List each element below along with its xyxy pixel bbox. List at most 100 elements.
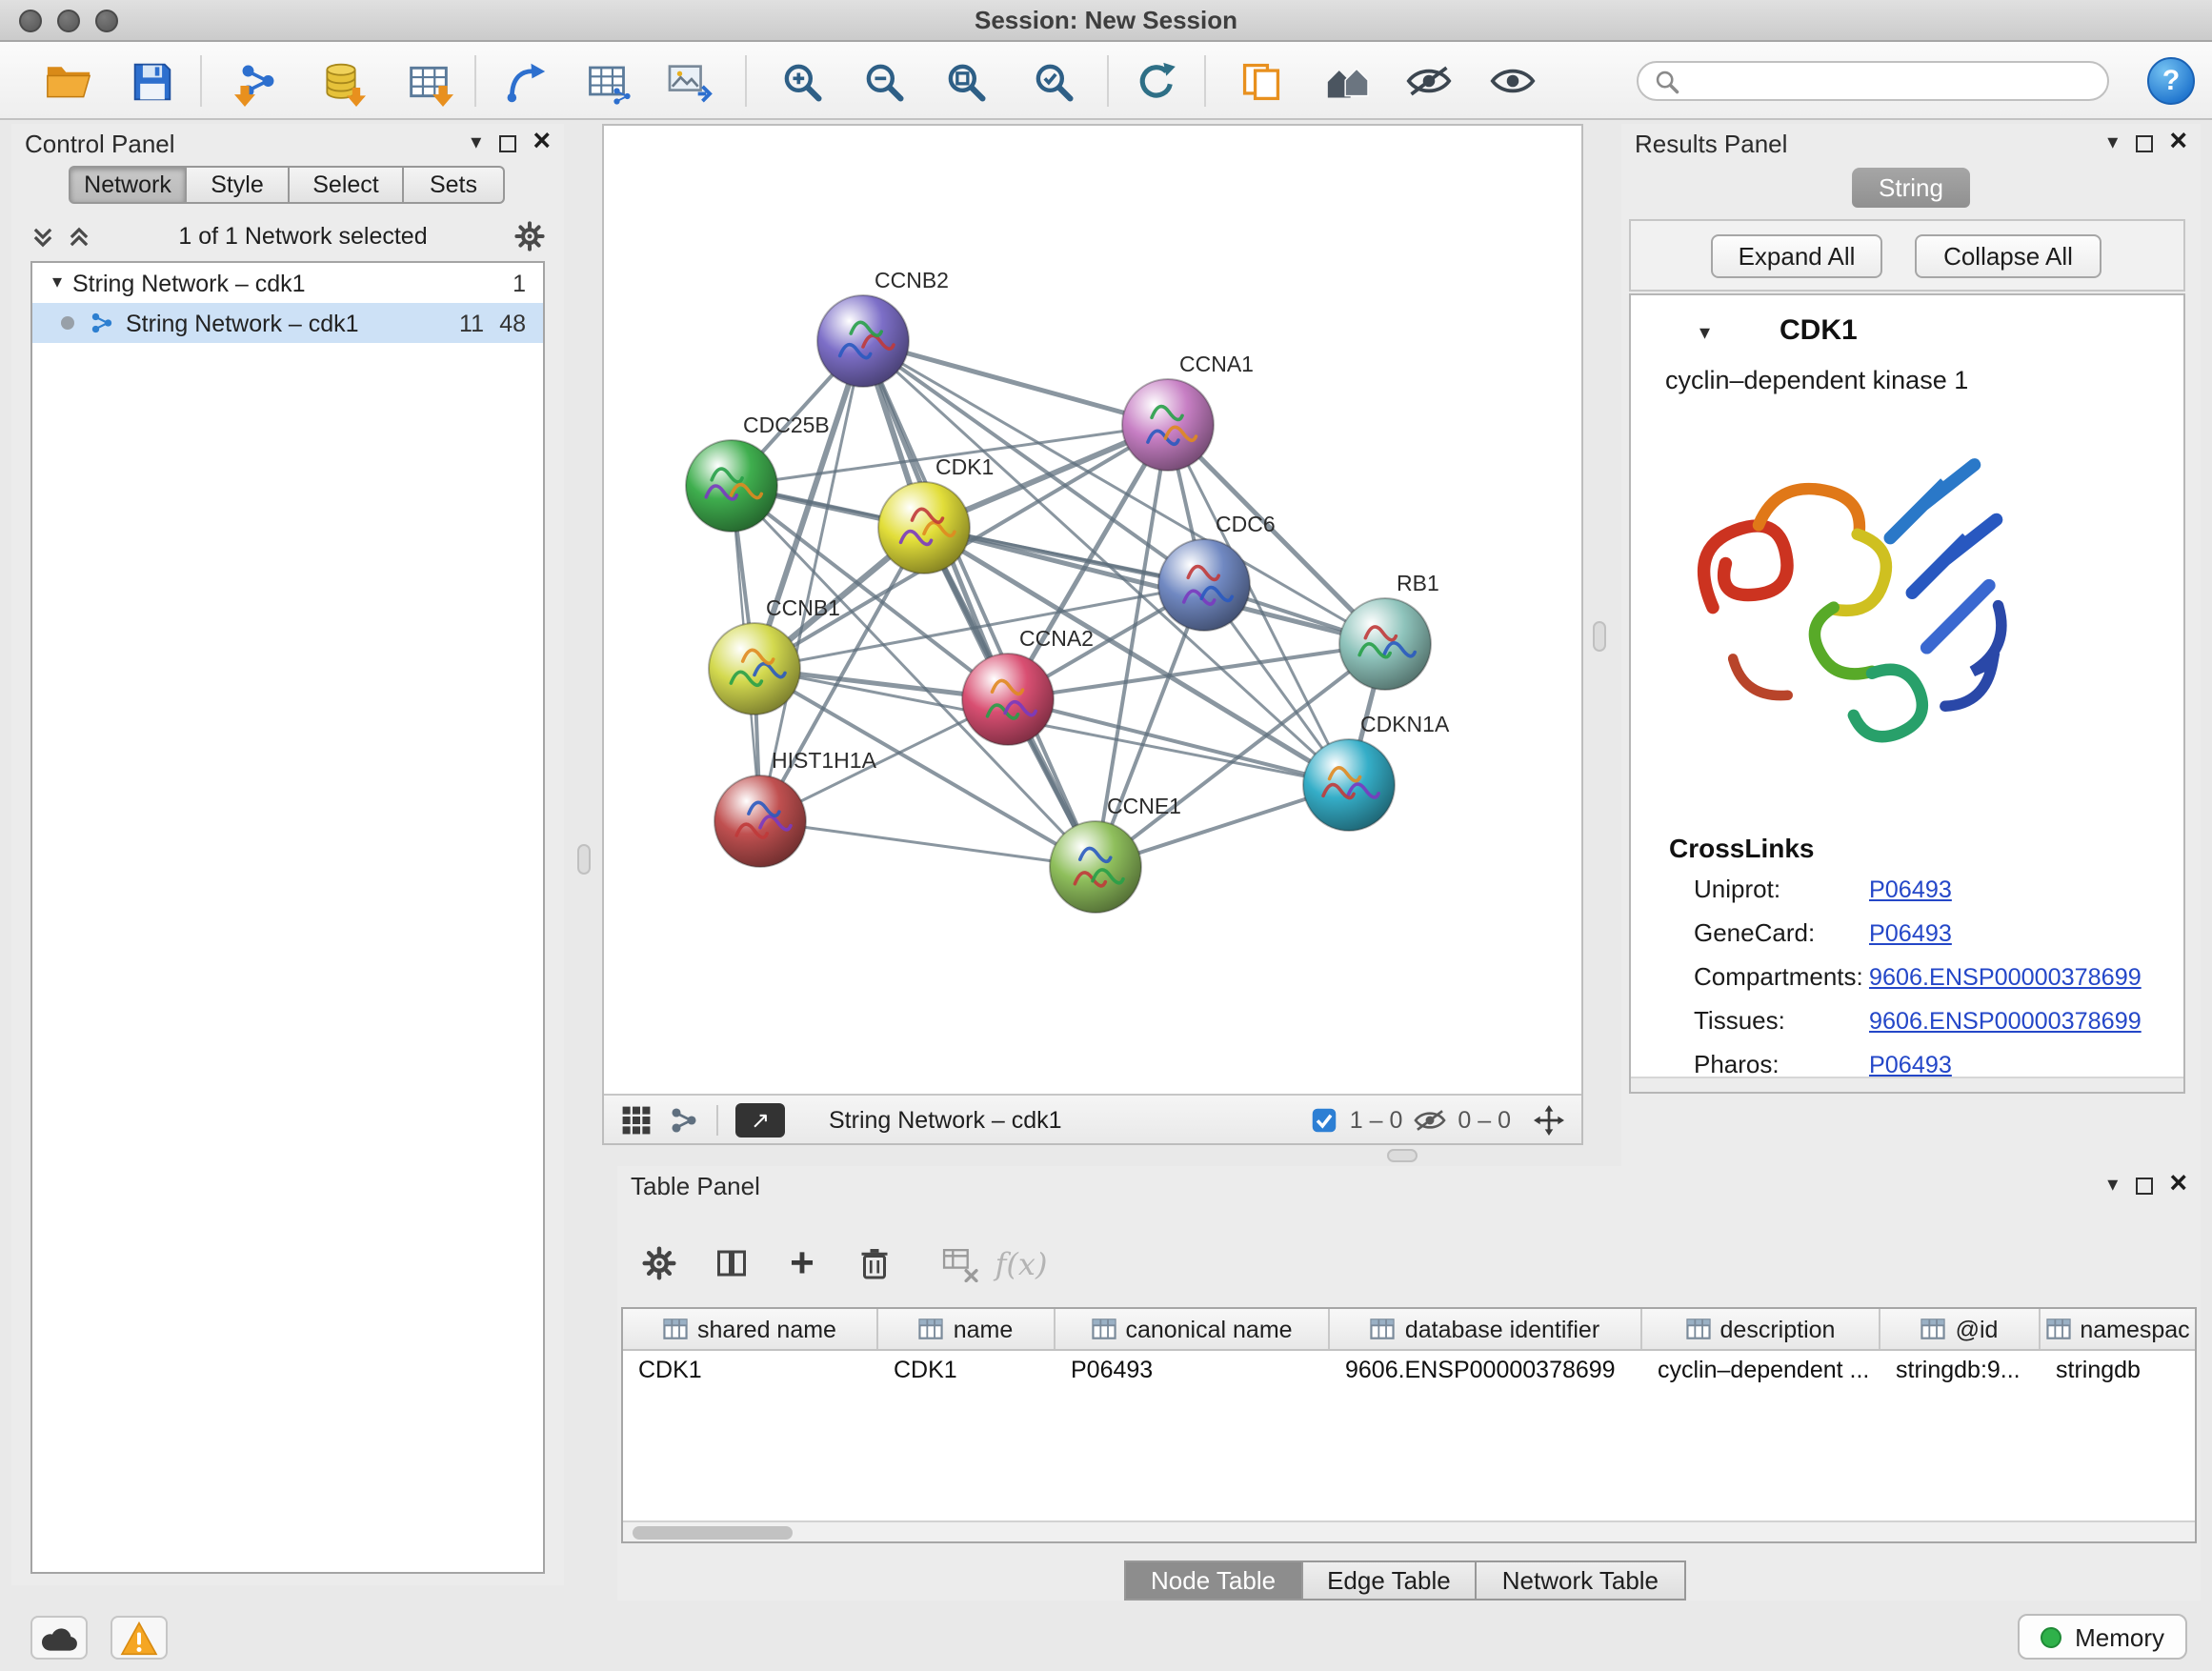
tab-select[interactable]: Select — [290, 166, 404, 204]
show-details-button[interactable] — [1486, 55, 1538, 107]
help-button[interactable]: ? — [2147, 57, 2195, 105]
copy-button[interactable] — [1235, 55, 1286, 107]
network-from-table-button[interactable] — [581, 55, 633, 107]
search-input[interactable] — [1690, 67, 2092, 95]
zoom-fit-button[interactable] — [939, 55, 991, 107]
column-icon — [919, 1319, 944, 1339]
tab-style[interactable]: Style — [187, 166, 290, 204]
cloud-button[interactable] — [30, 1616, 88, 1660]
panel-close-icon[interactable]: × — [2169, 1170, 2187, 1200]
tab-network-table[interactable]: Network Table — [1478, 1560, 1685, 1601]
new-network-button[interactable] — [499, 55, 551, 107]
results-panel-title: Results Panel — [1635, 129, 1787, 157]
collapse-all-button[interactable]: Collapse All — [1915, 234, 2101, 278]
panel-float-icon[interactable] — [2135, 1177, 2152, 1194]
cell-namespace: stringdb — [2041, 1357, 2195, 1383]
toolbar-separator — [745, 55, 747, 107]
expand-all-networks-icon[interactable] — [67, 224, 91, 249]
collapse-all-networks-icon[interactable] — [30, 224, 55, 249]
column-header[interactable]: name — [878, 1309, 1056, 1349]
svg-text:CDKN1A: CDKN1A — [1360, 712, 1450, 736]
table-settings-gear-icon[interactable] — [636, 1240, 682, 1286]
tab-node-table[interactable]: Node Table — [1124, 1560, 1302, 1601]
svg-text:CCNB1: CCNB1 — [766, 595, 840, 620]
detach-view-button[interactable]: ↗ — [735, 1102, 785, 1137]
zoom-window-button[interactable] — [95, 10, 118, 32]
toolbar-separator — [1107, 55, 1109, 107]
network-collection-row[interactable]: ▾ String Network – cdk1 1 — [32, 263, 543, 303]
panel-collapse-icon[interactable]: ▾ — [2107, 1175, 2118, 1196]
export-image-button[interactable] — [665, 55, 716, 107]
column-header[interactable]: @id — [1880, 1309, 2041, 1349]
cell-canonical-name: P06493 — [1056, 1357, 1330, 1383]
zoom-selected-button[interactable] — [1027, 55, 1078, 107]
crosslink-link[interactable]: P06493 — [1869, 1052, 1952, 1078]
tab-edge-table[interactable]: Edge Table — [1302, 1560, 1478, 1601]
crosslink-link[interactable]: P06493 — [1869, 876, 1952, 903]
svg-text:CCNB2: CCNB2 — [875, 268, 949, 292]
zoom-in-button[interactable] — [775, 55, 827, 107]
crosslink-link[interactable]: P06493 — [1869, 920, 1952, 947]
table-h-scrollbar-thumb[interactable] — [633, 1526, 793, 1540]
hidden-eye-slash-icon[interactable] — [1414, 1108, 1446, 1131]
save-session-button[interactable] — [126, 55, 177, 107]
column-header[interactable]: description — [1642, 1309, 1880, 1349]
panel-float-icon[interactable] — [498, 134, 515, 151]
network-view[interactable]: CCNB2CCNA1CDC25BCDK1CDC6RB1CCNB1CCNA2CDK… — [602, 124, 1583, 1145]
vertical-splitter-handle[interactable] — [577, 844, 591, 875]
panel-collapse-icon[interactable]: ▾ — [471, 132, 481, 153]
minimize-window-button[interactable] — [57, 10, 80, 32]
crosslink-link[interactable]: 9606.ENSP00000378699 — [1869, 1008, 2142, 1035]
import-table-button[interactable] — [402, 55, 453, 107]
string-gene-panel: ▾ CDK1 cyclin–dependent kinase 1 — [1629, 293, 2185, 1094]
vertical-splitter-handle[interactable] — [1593, 621, 1606, 652]
memory-button[interactable]: Memory — [2018, 1614, 2187, 1660]
function-builder-icon[interactable]: f(x) — [998, 1240, 1044, 1286]
svg-text:CDK1: CDK1 — [935, 454, 994, 479]
zoom-out-button[interactable] — [857, 55, 909, 107]
add-column-icon[interactable]: + — [779, 1240, 825, 1286]
hide-details-button[interactable] — [1402, 55, 1454, 107]
horizontal-splitter-handle[interactable] — [1387, 1149, 1418, 1162]
import-network-database-button[interactable] — [314, 55, 366, 107]
string-results-tab[interactable]: String — [1852, 168, 1970, 208]
grid-view-icon[interactable] — [621, 1104, 652, 1135]
close-window-button[interactable] — [19, 10, 42, 32]
table-row[interactable]: CDK1 CDK1 P06493 9606.ENSP00000378699 cy… — [623, 1351, 2195, 1389]
delete-table-icon[interactable] — [937, 1240, 983, 1286]
selected-checkbox-icon[interactable] — [1312, 1106, 1338, 1133]
show-columns-icon[interactable] — [709, 1240, 754, 1286]
collapse-collection-icon[interactable]: ▾ — [42, 272, 72, 293]
column-header[interactable]: shared name — [623, 1309, 878, 1349]
warnings-button[interactable] — [111, 1616, 168, 1660]
import-network-file-button[interactable] — [232, 55, 284, 107]
open-session-button[interactable] — [42, 55, 93, 107]
panel-close-icon[interactable]: × — [2169, 128, 2187, 158]
network-selection-row: 1 of 1 Network selected — [30, 215, 545, 257]
collapse-gene-icon[interactable]: ▾ — [1699, 320, 1710, 345]
svg-text:RB1: RB1 — [1397, 571, 1439, 595]
delete-column-trash-icon[interactable] — [852, 1240, 897, 1286]
panel-close-icon[interactable]: × — [533, 128, 551, 158]
results-scrollbar[interactable] — [1631, 1077, 2183, 1092]
refresh-view-button[interactable] — [1130, 55, 1181, 107]
cell-description: cyclin–dependent ... — [1642, 1357, 1880, 1383]
tab-network[interactable]: Network — [69, 166, 187, 204]
panel-float-icon[interactable] — [2135, 134, 2152, 151]
column-header[interactable]: database identifier — [1330, 1309, 1642, 1349]
gear-icon[interactable] — [514, 221, 545, 252]
expand-all-button[interactable]: Expand All — [1711, 234, 1882, 278]
panel-collapse-icon[interactable]: ▾ — [2107, 132, 2118, 153]
home-button[interactable] — [1320, 55, 1372, 107]
pan-move-icon[interactable] — [1534, 1104, 1564, 1135]
column-header[interactable]: namespac — [2041, 1309, 2195, 1349]
crosslink-label: Tissues: — [1694, 1006, 1869, 1035]
network-canvas[interactable]: CCNB2CCNA1CDC25BCDK1CDC6RB1CCNB1CCNA2CDK… — [604, 126, 1581, 1096]
cytoscape-window: Session: New Session ? Control — [0, 0, 2212, 1671]
network-overview-icon[interactable] — [669, 1104, 699, 1135]
network-row-selected[interactable]: String Network – cdk1 11 48 — [32, 303, 543, 343]
crosslink-link[interactable]: 9606.ENSP00000378699 — [1869, 964, 2142, 991]
column-header[interactable]: canonical name — [1056, 1309, 1330, 1349]
tab-sets[interactable]: Sets — [404, 166, 505, 204]
column-icon — [663, 1319, 688, 1339]
